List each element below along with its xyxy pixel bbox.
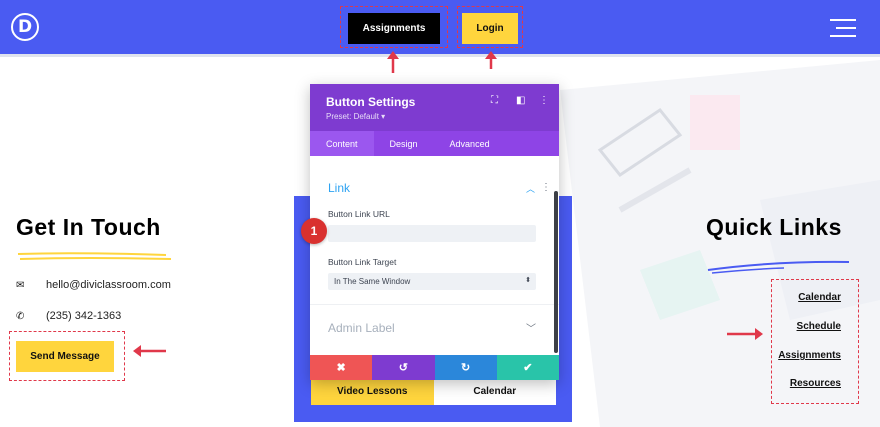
cancel-button[interactable]: ✖: [310, 355, 373, 380]
envelope-icon: ✉: [16, 279, 25, 291]
button-settings-panel: Button Settings Preset: Default ▾ ⛶ ◧ ⋮ …: [310, 84, 559, 380]
arrow-up-icon: [387, 51, 399, 73]
email-row: ✉ hello@diviclassroom.com: [16, 279, 171, 291]
phone-row: ✆ (235) 342-1363: [16, 310, 121, 322]
hamburger-menu-icon[interactable]: [830, 19, 856, 37]
site-header: D Assignments Login: [0, 0, 880, 57]
close-icon: ✖: [336, 362, 346, 374]
panel-header: Button Settings Preset: Default ▾ ⛶ ◧ ⋮: [310, 84, 559, 131]
panel-action-bar: ✖ ↺ ↻ ✔: [310, 355, 559, 380]
get-in-touch-title: Get In Touch: [16, 214, 161, 240]
divi-logo[interactable]: D: [11, 13, 39, 41]
chevron-up-icon[interactable]: ︿: [526, 182, 535, 195]
split-view-icon[interactable]: ◧: [516, 95, 525, 106]
tabs-module: Video Lessons Calendar: [311, 378, 556, 405]
save-button[interactable]: ✔: [496, 355, 559, 380]
phone-text[interactable]: (235) 342-1363: [46, 310, 121, 322]
preset-selector[interactable]: Preset: Default ▾: [326, 112, 385, 121]
quick-link-assignments[interactable]: Assignments: [751, 350, 841, 361]
button-link-target-value: In The Same Window: [334, 277, 411, 286]
button-link-target-label: Button Link Target: [328, 257, 397, 267]
quick-links-title: Quick Links: [706, 214, 842, 240]
login-button[interactable]: Login: [462, 13, 518, 44]
step-number-badge: 1: [301, 218, 327, 244]
section-options-icon[interactable]: ⋮: [541, 182, 551, 193]
tab-video-lessons[interactable]: Video Lessons: [311, 378, 434, 405]
panel-title: Button Settings: [326, 95, 416, 109]
button-link-url-label: Button Link URL: [328, 209, 390, 219]
button-link-url-input[interactable]: [328, 225, 536, 242]
assignments-button[interactable]: Assignments: [348, 13, 440, 44]
send-message-button[interactable]: Send Message: [16, 341, 114, 372]
undo-icon: ↺: [398, 362, 408, 374]
redo-button[interactable]: ↻: [434, 355, 497, 380]
arrow-right-icon: [727, 328, 763, 340]
select-caret-icon: ⬍: [525, 277, 531, 284]
undo-button[interactable]: ↺: [372, 355, 435, 380]
email-text[interactable]: hello@diviclassroom.com: [46, 279, 171, 291]
panel-tabs: Content Design Advanced: [310, 131, 559, 156]
button-link-target-select[interactable]: In The Same Window ⬍: [328, 273, 536, 290]
chevron-down-icon[interactable]: ﹀: [526, 320, 536, 335]
tab-advanced[interactable]: Advanced: [434, 131, 506, 156]
arrow-up-icon: [485, 51, 497, 69]
tab-calendar[interactable]: Calendar: [433, 378, 556, 405]
quick-link-resources[interactable]: Resources: [751, 378, 841, 389]
panel-scrollbar[interactable]: [554, 191, 558, 353]
fullscreen-icon[interactable]: ⛶: [491, 95, 498, 106]
title-underline-scribble: [17, 252, 172, 260]
link-section-title[interactable]: Link: [328, 181, 350, 195]
admin-label-section-title[interactable]: Admin Label: [328, 321, 395, 335]
title-underline-scribble: [707, 260, 850, 274]
quick-link-calendar[interactable]: Calendar: [751, 292, 841, 303]
arrow-left-icon: [133, 345, 166, 357]
more-options-icon[interactable]: ⋮: [539, 95, 549, 106]
phone-icon: ✆: [16, 310, 25, 322]
tab-content[interactable]: Content: [310, 131, 374, 156]
checkmark-icon: ✔: [523, 362, 533, 374]
redo-icon: ↻: [461, 362, 471, 374]
tab-design[interactable]: Design: [374, 131, 434, 156]
